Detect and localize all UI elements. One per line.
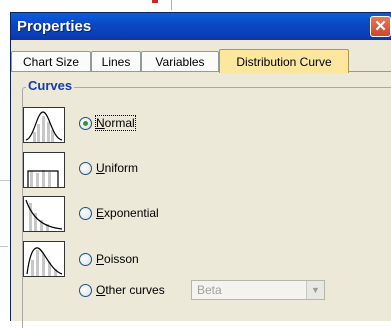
poisson-radio[interactable] xyxy=(79,253,92,266)
poisson-curve-icon xyxy=(23,241,65,277)
poisson-mnemonic: P xyxy=(96,252,105,266)
background-accent-mark xyxy=(152,0,158,3)
tab-variables[interactable]: Variables xyxy=(141,51,219,72)
tab-chart-size[interactable]: Chart Size xyxy=(11,51,91,72)
exponential-curve-icon xyxy=(23,196,65,232)
other-curves-mnemonic: O xyxy=(96,283,106,297)
normal-mnemonic: N xyxy=(96,116,105,130)
background-rule xyxy=(0,246,8,247)
title-bar[interactable]: Properties ✕ xyxy=(11,13,391,40)
uniform-label-rest: niform xyxy=(104,161,139,175)
normal-radio[interactable] xyxy=(79,117,92,130)
uniform-curve-icon xyxy=(23,152,65,188)
poisson-label-rest: oisson xyxy=(104,252,139,266)
uniform-radio[interactable] xyxy=(79,162,92,175)
normal-label[interactable]: Normal xyxy=(95,115,136,131)
other-curves-label-rest: ther curves xyxy=(105,283,165,297)
other-curves-select[interactable]: Beta ▼ xyxy=(191,280,325,300)
curves-group-label: Curves xyxy=(26,78,75,93)
background-divider xyxy=(171,0,172,10)
uniform-mnemonic: U xyxy=(96,161,105,175)
exponential-mnemonic: E xyxy=(96,206,105,220)
tab-lines[interactable]: Lines xyxy=(91,51,141,72)
background-rule xyxy=(0,180,10,181)
uniform-label[interactable]: Uniform xyxy=(96,161,138,175)
exponential-label[interactable]: Exponential xyxy=(96,206,159,220)
tab-distribution-curve[interactable]: Distribution Curve xyxy=(219,49,349,73)
poisson-label[interactable]: Poisson xyxy=(96,252,139,266)
exponential-radio[interactable] xyxy=(79,207,92,220)
other-curves-label[interactable]: Other curves xyxy=(96,283,165,297)
chevron-down-icon[interactable]: ▼ xyxy=(306,281,324,299)
other-curves-select-value: Beta xyxy=(197,283,222,297)
normal-label-rest: ormal xyxy=(104,116,135,130)
normal-curve-icon xyxy=(23,107,65,143)
other-curves-radio[interactable] xyxy=(79,284,92,297)
exponential-label-rest: xponential xyxy=(104,206,159,220)
window-title: Properties xyxy=(17,18,92,35)
close-button[interactable]: ✕ xyxy=(370,16,391,37)
